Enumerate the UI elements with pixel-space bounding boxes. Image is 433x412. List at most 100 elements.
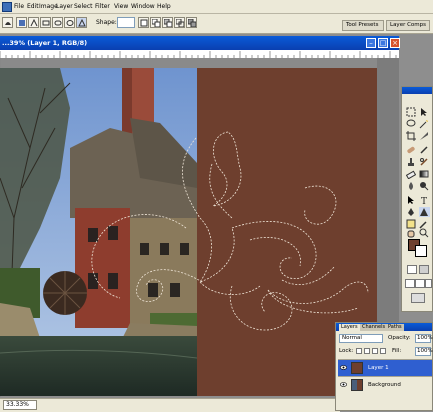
tool-preset-picker[interactable]	[2, 17, 13, 28]
lock-image-checkbox[interactable]	[364, 348, 370, 354]
menu-layer[interactable]: Layer	[56, 3, 73, 10]
slice-knife-icon	[420, 132, 428, 140]
menu-help[interactable]: Help	[157, 3, 171, 10]
healing-brush-tool[interactable]	[406, 145, 417, 155]
custom-shape-tool-button[interactable]	[76, 17, 87, 28]
lock-position-checkbox[interactable]	[372, 348, 378, 354]
menu-edit[interactable]: Edit	[27, 3, 39, 10]
gradient-tool[interactable]	[419, 169, 430, 179]
ellipse-icon	[66, 20, 74, 26]
custom-shape-tool[interactable]	[419, 207, 430, 217]
layer-thumbnail	[351, 362, 363, 374]
paths-tab[interactable]: Paths	[386, 324, 404, 331]
clone-stamp-tool[interactable]	[406, 157, 417, 167]
menu-view[interactable]: View	[114, 3, 128, 10]
svg-text:T: T	[421, 197, 427, 205]
toolbox-titlebar[interactable]	[402, 87, 432, 94]
shape-layers-button[interactable]	[16, 17, 27, 28]
move-tool[interactable]	[419, 107, 430, 117]
maximize-button[interactable]: □	[378, 38, 388, 48]
menu-window[interactable]: Window	[131, 3, 155, 10]
rectangle-icon	[42, 20, 50, 26]
fill-input[interactable]: 100%	[415, 347, 433, 356]
menu-image[interactable]: Image	[39, 3, 58, 10]
exclude-shape-button[interactable]	[186, 17, 197, 28]
magic-wand-tool[interactable]	[419, 119, 430, 129]
arrow-icon	[408, 196, 414, 204]
background-color-swatch[interactable]	[415, 245, 427, 257]
path-selection-tool[interactable]	[406, 195, 417, 205]
zoom-tool[interactable]	[419, 228, 430, 238]
pen-paths-icon	[30, 19, 38, 27]
crop-tool[interactable]	[406, 131, 417, 141]
minimize-button[interactable]: –	[366, 38, 376, 48]
hand-tool[interactable]	[406, 228, 417, 238]
photoshop-app-icon[interactable]	[2, 2, 12, 12]
subtract-shape-button[interactable]	[162, 17, 173, 28]
eraser-tool[interactable]	[406, 169, 417, 179]
eye-icon[interactable]	[340, 382, 347, 387]
shape-picker[interactable]	[117, 17, 135, 28]
close-button[interactable]: ×	[390, 38, 400, 48]
layer-row-layer-1[interactable]: Layer 1	[338, 359, 432, 376]
screen-mode-menubar[interactable]	[415, 279, 425, 288]
workspace-right-strip	[400, 34, 433, 86]
eye-icon[interactable]	[340, 365, 347, 370]
rounded-rectangle-tool-button[interactable]	[52, 17, 63, 28]
add-area-icon	[152, 19, 160, 27]
menu-select[interactable]: Select	[74, 3, 93, 10]
lasso-tool[interactable]	[406, 119, 417, 129]
layers-palette-titlebar[interactable]: Layers Channels Paths	[336, 323, 432, 331]
brush-icon	[420, 146, 428, 154]
brush-tool[interactable]	[419, 145, 430, 155]
pen-tool[interactable]	[406, 207, 417, 217]
layer-comps-tab[interactable]: Layer Comps	[386, 20, 430, 31]
opacity-input[interactable]: 100%	[415, 334, 433, 343]
menu-file[interactable]: File	[14, 3, 24, 10]
blur-tool[interactable]	[406, 181, 417, 191]
paths-button[interactable]	[28, 17, 39, 28]
zoom-field[interactable]: 33.33%	[3, 400, 37, 410]
menu-filter[interactable]: Filter	[95, 3, 110, 10]
shape-layers-icon	[19, 20, 25, 26]
tool-presets-tab[interactable]: Tool Presets	[342, 20, 384, 31]
canvas-top-margin	[0, 58, 377, 68]
ellipse-tool-button[interactable]	[64, 17, 75, 28]
lock-all-checkbox[interactable]	[380, 348, 386, 354]
marquee-tool[interactable]	[406, 107, 417, 117]
subtract-area-icon	[164, 19, 172, 27]
layer-name: Layer 1	[368, 365, 389, 371]
bandage-icon	[407, 146, 415, 154]
magnifier-icon	[419, 228, 429, 238]
layers-palette: Layers Channels Paths Normal Opacity: 10…	[335, 322, 433, 411]
blend-mode-select[interactable]: Normal	[339, 334, 383, 343]
add-to-shape-button[interactable]	[150, 17, 161, 28]
crop-icon	[406, 131, 416, 141]
options-bar: Shape: Tool Presets Layer Comps	[0, 14, 433, 34]
rectangle-tool-button[interactable]	[40, 17, 51, 28]
history-brush-tool[interactable]	[419, 157, 430, 167]
lock-transparency-checkbox[interactable]	[356, 348, 362, 354]
exclude-area-icon	[188, 19, 196, 27]
screen-mode-full[interactable]	[425, 279, 432, 288]
channels-tab[interactable]: Channels	[360, 324, 388, 331]
layer-row-background[interactable]: Background	[338, 376, 432, 393]
standard-mode-button[interactable]	[407, 265, 417, 274]
eraser-icon	[406, 170, 416, 179]
new-shape-layer-button[interactable]	[138, 17, 149, 28]
stamp-icon	[408, 158, 414, 166]
shape-label: Shape:	[96, 19, 117, 26]
slice-tool[interactable]	[419, 131, 430, 141]
document-titlebar[interactable]: ...39% (Layer 1, RGB/8) – □ ×	[0, 36, 400, 50]
toolbox: T	[401, 86, 433, 312]
quick-mask-button[interactable]	[419, 265, 429, 274]
screen-mode-standard[interactable]	[405, 279, 415, 288]
move-arrow-icon	[421, 108, 427, 116]
dodge-tool[interactable]	[419, 181, 430, 191]
custom-shape-path[interactable]	[0, 68, 377, 396]
layers-tab[interactable]: Layers	[339, 324, 360, 331]
intersect-shape-button[interactable]	[174, 17, 185, 28]
jump-to-imageready-button[interactable]	[411, 293, 425, 303]
type-tool[interactable]: T	[419, 195, 430, 205]
intersect-area-icon	[176, 19, 184, 27]
